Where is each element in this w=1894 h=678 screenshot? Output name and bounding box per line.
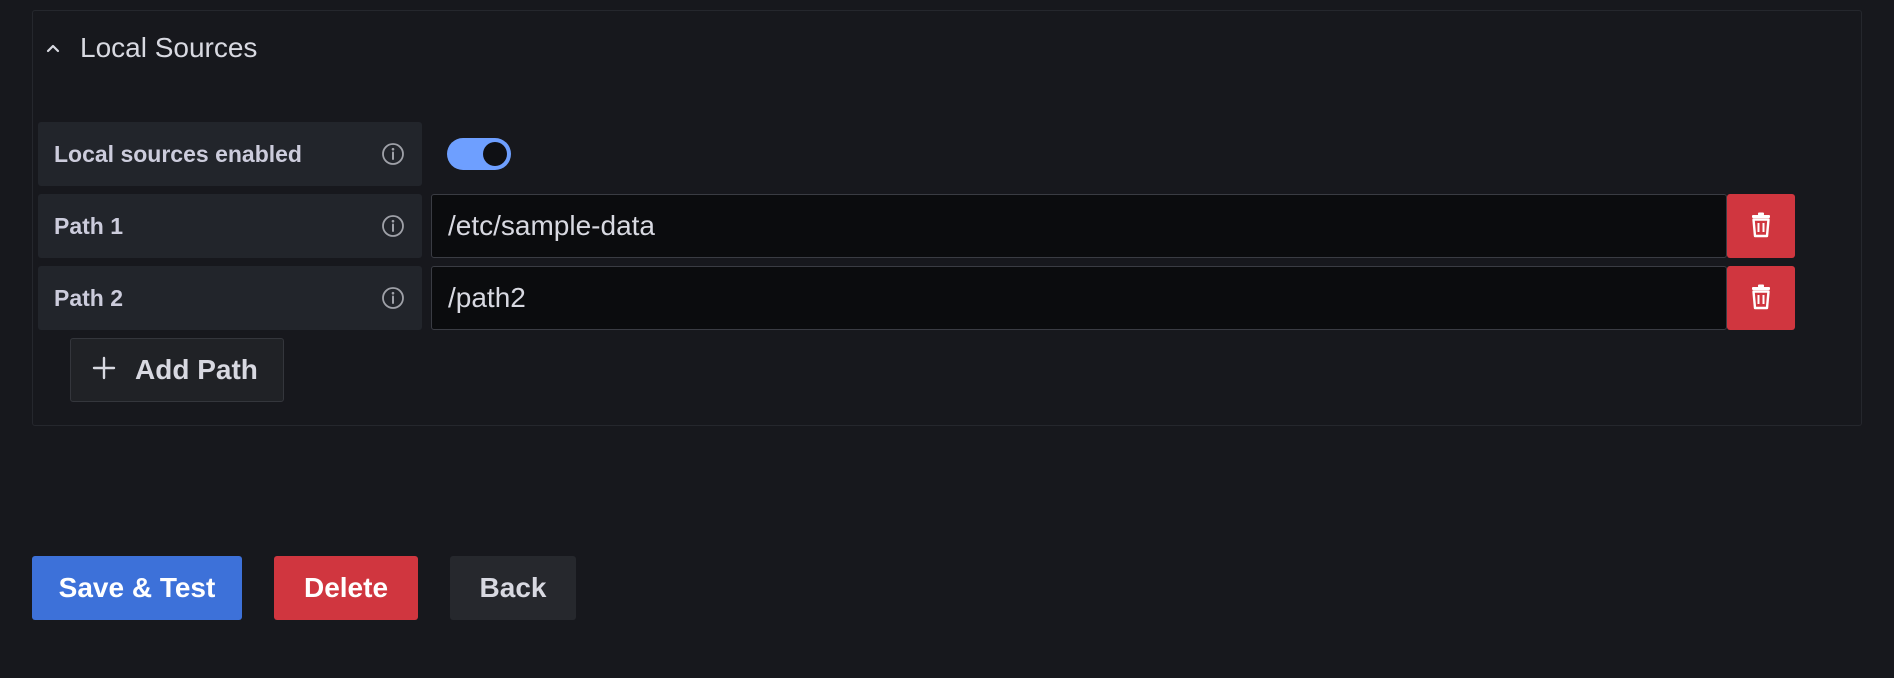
chevron-up-icon[interactable] bbox=[36, 31, 70, 65]
add-path-label: Add Path bbox=[135, 354, 258, 385]
path-1-label: Path 1 bbox=[54, 212, 124, 239]
local-sources-enabled-toggle[interactable] bbox=[447, 138, 511, 170]
info-circle-icon[interactable] bbox=[380, 213, 406, 239]
save-test-button[interactable]: Save & Test bbox=[32, 556, 242, 620]
add-path-button[interactable]: Add Path bbox=[70, 338, 284, 402]
trash-icon bbox=[1749, 284, 1773, 313]
toggle-knob bbox=[483, 142, 507, 166]
info-circle-icon[interactable] bbox=[380, 285, 406, 311]
delete-path-2-button[interactable] bbox=[1727, 266, 1795, 330]
section-title: Local Sources bbox=[80, 32, 258, 63]
field-label: Local sources enabled bbox=[38, 122, 422, 186]
toggle-wrapper bbox=[447, 122, 511, 186]
path-1-input[interactable] bbox=[431, 194, 1727, 258]
local-sources-enabled-row: Local sources enabled bbox=[38, 122, 511, 186]
page: Local Sources Local sources enabled Path… bbox=[0, 0, 1894, 678]
path-row: Path 1 bbox=[38, 194, 1795, 258]
delete-button[interactable]: Delete bbox=[274, 556, 418, 620]
info-circle-icon[interactable] bbox=[380, 141, 406, 167]
path-row: Path 2 bbox=[38, 266, 1795, 330]
back-button[interactable]: Back bbox=[450, 556, 576, 620]
plus-icon bbox=[91, 355, 117, 386]
field-label: Path 2 bbox=[38, 266, 422, 330]
path-2-input[interactable] bbox=[431, 266, 1727, 330]
delete-path-1-button[interactable] bbox=[1727, 194, 1795, 258]
section-header-toggle[interactable]: Local Sources bbox=[36, 22, 257, 74]
local-sources-enabled-label: Local sources enabled bbox=[54, 140, 302, 167]
trash-icon bbox=[1749, 212, 1773, 241]
field-label: Path 1 bbox=[38, 194, 422, 258]
path-2-label: Path 2 bbox=[54, 284, 124, 311]
